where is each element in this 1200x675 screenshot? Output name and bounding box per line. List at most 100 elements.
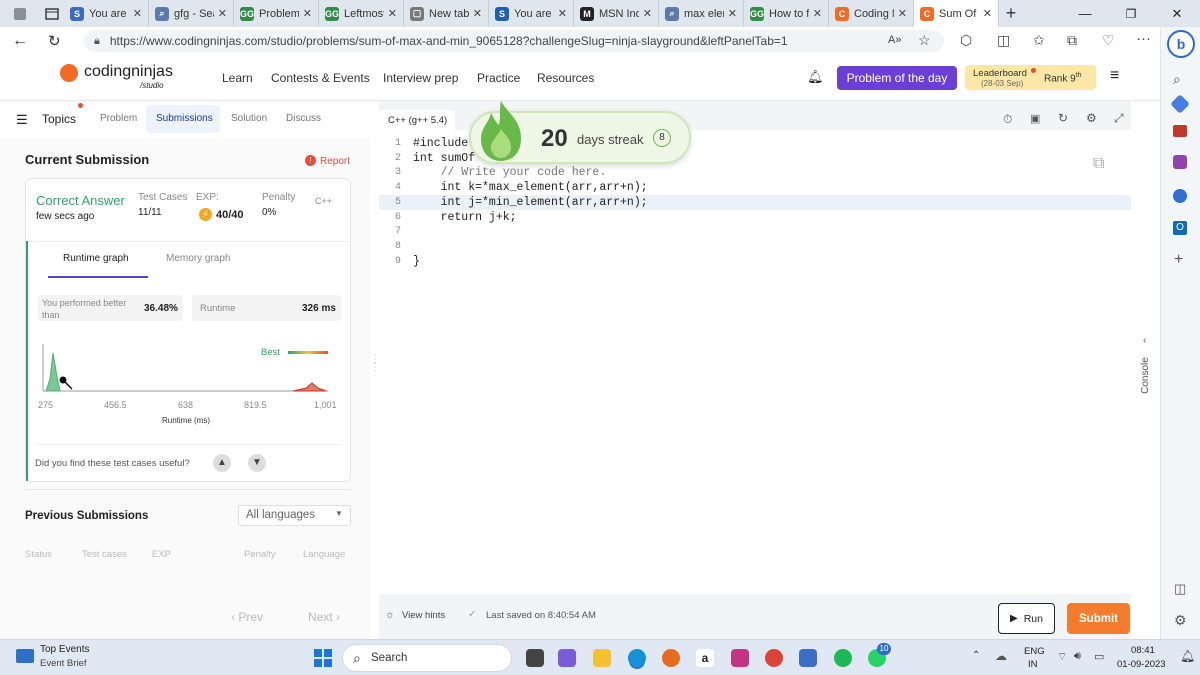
widget-title[interactable]: Top Events xyxy=(40,644,89,655)
copilot-icon[interactable]: b xyxy=(1167,30,1195,58)
editor-settings-icon[interactable]: ⚙︎ xyxy=(1086,111,1097,125)
nav-interview-prep[interactable]: Interview prep xyxy=(383,71,458,85)
close-tab-icon[interactable]: ✕ xyxy=(303,7,312,20)
thumbs-up-icon[interactable]: ▲ xyxy=(213,454,231,472)
leaderboard-widget[interactable]: Leaderboard (28-03 Sep) Rank 9th xyxy=(965,65,1096,90)
profile-icon[interactable] xyxy=(0,0,40,27)
save-icon[interactable]: ▣ xyxy=(1030,112,1040,125)
code-line[interactable]: int sumOf xyxy=(413,152,475,165)
browser-tab[interactable]: C Sum Of M ✕ xyxy=(914,0,999,27)
browser-tab[interactable]: C Coding N ✕ xyxy=(829,0,914,27)
teams-icon[interactable] xyxy=(558,649,576,667)
close-tab-icon[interactable]: ✕ xyxy=(898,7,907,20)
fullscreen-icon[interactable]: ⤢ xyxy=(1114,111,1124,126)
brand-name[interactable]: codingninjas xyxy=(84,63,173,81)
close-tab-icon[interactable]: ✕ xyxy=(728,7,737,20)
code-editor[interactable]: 1 #include 2 int sumOf 3 // Write your code … xyxy=(379,130,1131,594)
wifi-icon[interactable]: ⌔ xyxy=(1057,650,1067,664)
notification-bell-icon[interactable]: 🔔︎ xyxy=(807,69,824,85)
reset-code-icon[interactable]: ↻ xyxy=(1058,111,1068,125)
volume-icon[interactable]: 🔊︎ xyxy=(1074,650,1081,663)
edge-icon[interactable] xyxy=(628,649,646,667)
close-tab-icon[interactable]: ✕ xyxy=(558,7,567,20)
close-tab-icon[interactable]: ✕ xyxy=(133,7,142,20)
problem-of-the-day-button[interactable]: Problem of the day xyxy=(837,66,957,90)
weather-calendar-icon[interactable] xyxy=(16,649,34,663)
chrome-icon[interactable] xyxy=(765,649,783,667)
microsoft365-icon[interactable] xyxy=(1173,189,1187,203)
games-icon[interactable] xyxy=(1173,155,1187,169)
close-tab-icon[interactable]: ✕ xyxy=(388,7,397,20)
nav-contests-events[interactable]: Contests & Events xyxy=(271,71,370,85)
browser-tab[interactable]: GG How to f ✕ xyxy=(744,0,829,27)
topics-label[interactable]: Topics xyxy=(42,112,76,126)
amazon-icon[interactable]: a xyxy=(696,649,714,667)
browser-tab[interactable]: M MSN Ind ✕ xyxy=(574,0,659,27)
code-line[interactable]: } xyxy=(413,255,420,268)
graph-tab-memory[interactable]: Memory graph xyxy=(166,253,230,264)
hints-bulb-icon[interactable]: ☼ xyxy=(385,609,395,621)
browser-tab[interactable]: GG Leftmost ✕ xyxy=(319,0,404,27)
back-arrow-icon[interactable]: ← xyxy=(12,32,28,50)
browser-tab[interactable]: GG Problem ✕ xyxy=(234,0,319,27)
sidebar-settings-icon[interactable]: ⚙︎ xyxy=(1174,612,1187,629)
read-aloud-icon[interactable]: A» xyxy=(888,34,901,46)
close-tab-icon[interactable]: ✕ xyxy=(813,7,822,20)
console-toggle[interactable]: Console xyxy=(1140,357,1151,394)
language-filter-select[interactable]: All languages ▼ xyxy=(238,505,351,526)
chevron-up-icon[interactable]: ⌃ xyxy=(972,650,980,661)
close-tab-icon[interactable]: ✕ xyxy=(473,7,482,20)
tab-solution[interactable]: Solution xyxy=(231,113,267,124)
code-line[interactable]: int j=*min_element(arr,arr+n); xyxy=(413,196,648,209)
maximize-button[interactable]: ❐ xyxy=(1108,7,1154,21)
task-view-icon[interactable] xyxy=(526,649,544,667)
codingninjas-logo-icon[interactable] xyxy=(60,64,78,82)
taskbar-search-box[interactable]: ⌕ Search xyxy=(342,644,512,672)
browser-tab[interactable]: ▢ New tab ✕ xyxy=(404,0,489,27)
url-field[interactable]: 🔒︎ https://www.codingninjas.com/studio/p… xyxy=(84,30,944,52)
hamburger-menu-icon[interactable]: ≡ xyxy=(1110,67,1119,85)
onedrive-icon[interactable]: ☁︎ xyxy=(995,649,1007,663)
language-top[interactable]: ENG xyxy=(1024,646,1045,657)
browser-tab[interactable]: ⌕ max elen ✕ xyxy=(659,0,744,27)
collections-icon[interactable]: ⧉ xyxy=(1067,32,1077,49)
store-icon[interactable] xyxy=(799,649,817,667)
favorite-star-icon[interactable]: ☆ xyxy=(918,32,931,49)
code-line[interactable]: // Write your code here. xyxy=(413,166,607,179)
browser-tab[interactable]: ⌕ gfg - Sea ✕ xyxy=(149,0,234,27)
tab-problem[interactable]: Problem xyxy=(100,113,137,124)
file-explorer-icon[interactable] xyxy=(593,649,611,667)
sidebar-layout-icon[interactable]: ◫ xyxy=(1174,581,1186,597)
workspaces-icon[interactable] xyxy=(40,0,64,27)
close-tab-icon[interactable]: ✕ xyxy=(643,7,652,20)
language-selector[interactable]: C++ (g++ 5.4) xyxy=(379,110,455,130)
close-tab-icon[interactable]: ✕ xyxy=(218,7,227,20)
windows-start-icon[interactable] xyxy=(314,649,332,667)
thumbs-down-icon[interactable]: ▼ xyxy=(248,454,266,472)
report-link[interactable]: Report xyxy=(320,156,350,167)
panel-resize-handle[interactable]: ⋮ ⋮ xyxy=(370,355,380,382)
browser-tab[interactable]: S You are s ✕ xyxy=(64,0,149,27)
run-button[interactable]: ▶ Run xyxy=(998,603,1055,634)
search-icon[interactable]: ⌕ xyxy=(1173,71,1181,88)
code-line[interactable]: int k=*max_element(arr,arr+n); xyxy=(413,181,648,194)
chevron-left-icon[interactable]: ‹ xyxy=(1143,335,1146,346)
submit-button[interactable]: Submit xyxy=(1067,603,1130,634)
outlook-icon[interactable]: O xyxy=(1173,221,1187,235)
copy-code-icon[interactable]: ⧉ xyxy=(1093,155,1104,173)
split-screen-icon[interactable]: ◫ xyxy=(997,32,1010,49)
view-hints-button[interactable]: View hints xyxy=(402,610,445,621)
close-tab-icon[interactable]: ✕ xyxy=(983,7,992,20)
tools-icon[interactable] xyxy=(1173,125,1187,137)
next-page-button[interactable]: Next › xyxy=(308,610,340,624)
favorites-icon[interactable]: ✩ xyxy=(1033,32,1045,49)
spotify-icon[interactable] xyxy=(834,649,852,667)
extensions-icon[interactable]: ⬡ xyxy=(960,32,972,49)
more-menu-icon[interactable]: ··· xyxy=(1136,30,1151,47)
add-sidebar-app-icon[interactable]: + xyxy=(1174,251,1183,269)
minimize-button[interactable]: — xyxy=(1062,6,1108,21)
topics-icon[interactable]: ☰ xyxy=(16,112,28,128)
new-tab-button[interactable]: + xyxy=(999,3,1023,24)
nav-learn[interactable]: Learn xyxy=(222,71,253,85)
report-icon[interactable]: ! xyxy=(305,155,316,166)
